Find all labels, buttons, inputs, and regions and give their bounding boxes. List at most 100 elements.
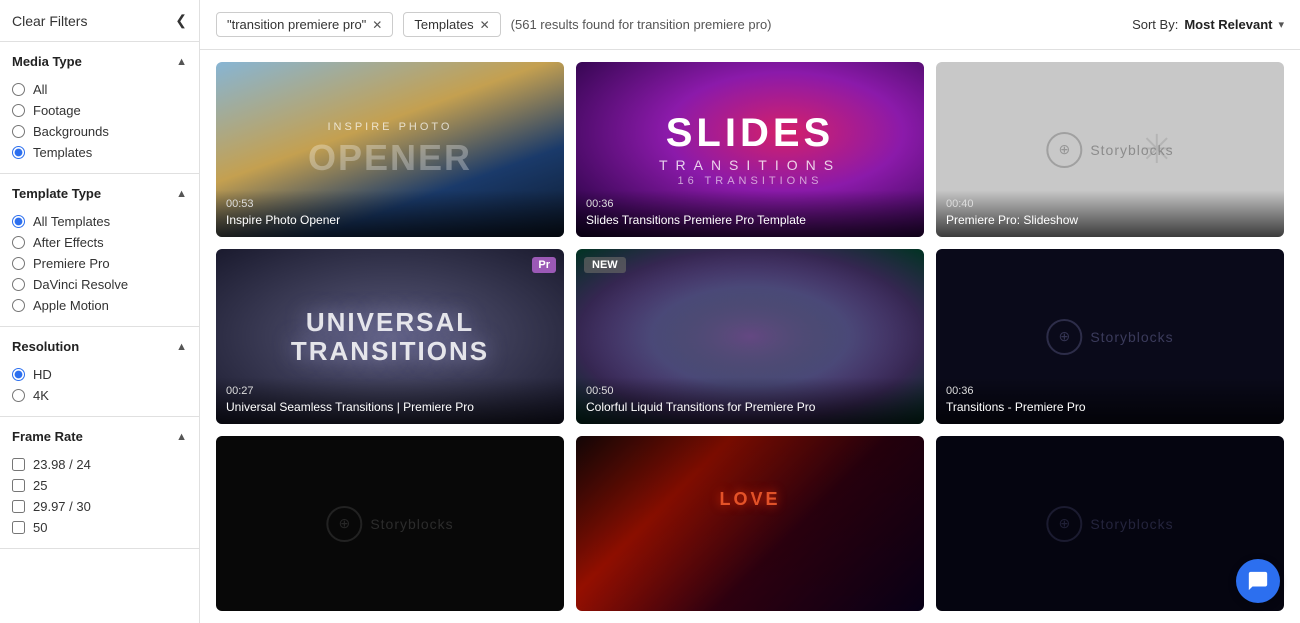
results-count: (561 results found for transition premie… — [511, 17, 1122, 32]
template-pp-radio[interactable] — [12, 257, 25, 270]
sort-value[interactable]: Most Relevant — [1184, 17, 1272, 32]
card-6-duration: 00:36 — [946, 385, 1274, 397]
card-universal-transitions[interactable]: Pr UNIVERSALTRANSITIONS 00:27 Universal … — [216, 249, 564, 424]
card-2-title: Slides Transitions Premiere Pro Template — [586, 213, 914, 229]
media-type-templates-radio[interactable] — [12, 146, 25, 159]
card-7-logo: ⊕ Storyblocks — [326, 506, 453, 542]
clear-filters-label: Clear Filters — [12, 13, 87, 29]
media-type-label: Media Type — [12, 54, 82, 69]
card-6-logo-text: Storyblocks — [1090, 329, 1173, 345]
frame-rate-chevron: ▲ — [176, 431, 187, 443]
card-5-title: Colorful Liquid Transitions for Premiere… — [586, 400, 914, 416]
card-premiere-slideshow[interactable]: ⊕ Storyblocks ✳ 00:40 Premiere Pro: Slid… — [936, 62, 1284, 237]
card-4-universal-text: UNIVERSALTRANSITIONS — [291, 308, 489, 365]
media-type-section: Media Type ▲ All Footage Backgrounds Tem… — [0, 42, 199, 174]
media-type-all-radio[interactable] — [12, 83, 25, 96]
chat-bubble[interactable] — [1236, 559, 1280, 603]
card-city[interactable]: LOVE — [576, 436, 924, 611]
template-all-radio[interactable] — [12, 215, 25, 228]
card-slides-transitions[interactable]: SLIDES TRANSITIONS 16 TRANSITIONS 00:36 … — [576, 62, 924, 237]
chat-icon — [1247, 570, 1269, 592]
resolution-label: Resolution — [12, 339, 79, 354]
media-type-header[interactable]: Media Type ▲ — [0, 42, 199, 77]
card-8-overlay-bg — [576, 436, 924, 611]
media-type-footage-radio[interactable] — [12, 104, 25, 117]
frame-rate-23-checkbox[interactable] — [12, 458, 25, 471]
template-ae-radio[interactable] — [12, 236, 25, 249]
resolution-hd[interactable]: HD — [12, 364, 187, 385]
media-type-footage-label: Footage — [33, 103, 81, 118]
main-content: "transition premiere pro" ✕ Templates ✕ … — [200, 0, 1300, 623]
card-2-slides-text: SLIDES TRANSITIONS 16 TRANSITIONS — [659, 113, 841, 187]
sort-chevron[interactable]: ▾ — [1278, 18, 1284, 31]
card-9-logo: ⊕ Storyblocks — [1046, 506, 1173, 542]
resolution-header[interactable]: Resolution ▲ — [0, 327, 199, 362]
frame-rate-23[interactable]: 23.98 / 24 — [12, 454, 187, 475]
template-ae-label: After Effects — [33, 235, 104, 250]
filter-tag-query-remove[interactable]: ✕ — [372, 18, 382, 32]
resolution-4k[interactable]: 4K — [12, 385, 187, 406]
frame-rate-options: 23.98 / 24 25 29.97 / 30 50 — [0, 452, 199, 548]
card-3-duration: 00:40 — [946, 198, 1274, 210]
template-after-effects[interactable]: After Effects — [12, 232, 187, 253]
card-1-title: Inspire Photo Opener — [226, 213, 554, 229]
template-dr-radio[interactable] — [12, 278, 25, 291]
card-3-star: ✳ — [1140, 127, 1174, 173]
card-dark-1[interactable]: ⊕ Storyblocks — [216, 436, 564, 611]
card-9-logo-text: Storyblocks — [1090, 516, 1173, 532]
frame-rate-50[interactable]: 50 — [12, 517, 187, 538]
media-type-backgrounds-radio[interactable] — [12, 125, 25, 138]
frame-rate-header[interactable]: Frame Rate ▲ — [0, 417, 199, 452]
media-type-templates-label: Templates — [33, 145, 92, 160]
clear-filters-button[interactable]: Clear Filters ❮ — [0, 0, 199, 42]
frame-rate-50-label: 50 — [33, 520, 47, 535]
frame-rate-section: Frame Rate ▲ 23.98 / 24 25 29.97 / 30 50 — [0, 417, 199, 549]
card-5-new-badge: NEW — [584, 257, 626, 273]
media-type-all[interactable]: All — [12, 79, 187, 100]
card-inspire-photo-opener[interactable]: INSPIRE PHOTO OPENER 00:53 Inspire Photo… — [216, 62, 564, 237]
frame-rate-29-checkbox[interactable] — [12, 500, 25, 513]
media-type-templates[interactable]: Templates — [12, 142, 187, 163]
card-6-logo: ⊕ Storyblocks — [1046, 319, 1173, 355]
sort-by: Sort By: Most Relevant ▾ — [1132, 17, 1284, 32]
template-pp-label: Premiere Pro — [33, 256, 110, 271]
resolution-hd-radio[interactable] — [12, 368, 25, 381]
search-header: "transition premiere pro" ✕ Templates ✕ … — [200, 0, 1300, 50]
resolution-hd-label: HD — [33, 367, 52, 382]
card-3-logo-icon: ⊕ — [1046, 132, 1082, 168]
template-all-templates[interactable]: All Templates — [12, 211, 187, 232]
template-am-radio[interactable] — [12, 299, 25, 312]
frame-rate-25-checkbox[interactable] — [12, 479, 25, 492]
media-type-footage[interactable]: Footage — [12, 100, 187, 121]
template-dr-label: DaVinci Resolve — [33, 277, 128, 292]
resolution-chevron: ▲ — [176, 341, 187, 353]
template-davinci-resolve[interactable]: DaVinci Resolve — [12, 274, 187, 295]
filter-tag-query[interactable]: "transition premiere pro" ✕ — [216, 12, 393, 37]
filter-tag-type-remove[interactable]: ✕ — [480, 18, 490, 32]
sort-by-label: Sort By: — [1132, 17, 1178, 32]
frame-rate-29-label: 29.97 / 30 — [33, 499, 91, 514]
media-type-chevron: ▲ — [176, 56, 187, 68]
template-apple-motion[interactable]: Apple Motion — [12, 295, 187, 316]
card-colorful-liquid[interactable]: NEW 00:50 Colorful Liquid Transitions fo… — [576, 249, 924, 424]
filter-tag-type-label: Templates — [414, 17, 473, 32]
frame-rate-50-checkbox[interactable] — [12, 521, 25, 534]
frame-rate-29[interactable]: 29.97 / 30 — [12, 496, 187, 517]
template-type-header[interactable]: Template Type ▲ — [0, 174, 199, 209]
card-4-duration: 00:27 — [226, 385, 554, 397]
card-2-overlay: 00:36 Slides Transitions Premiere Pro Te… — [576, 190, 924, 237]
card-1-sub: INSPIRE PHOTO — [308, 121, 472, 133]
media-type-backgrounds[interactable]: Backgrounds — [12, 121, 187, 142]
resolution-4k-radio[interactable] — [12, 389, 25, 402]
card-3-title: Premiere Pro: Slideshow — [946, 213, 1274, 229]
media-type-backgrounds-label: Backgrounds — [33, 124, 109, 139]
filter-tag-type[interactable]: Templates ✕ — [403, 12, 500, 37]
card-7-logo-icon: ⊕ — [326, 506, 362, 542]
template-type-options: All Templates After Effects Premiere Pro… — [0, 209, 199, 326]
card-4-pr-badge: Pr — [532, 257, 556, 273]
sidebar: Clear Filters ❮ Media Type ▲ All Footage… — [0, 0, 200, 623]
card-transitions-pp[interactable]: ⊕ Storyblocks 00:36 Transitions - Premie… — [936, 249, 1284, 424]
frame-rate-25[interactable]: 25 — [12, 475, 187, 496]
template-premiere-pro[interactable]: Premiere Pro — [12, 253, 187, 274]
card-dark-2[interactable]: ⊕ Storyblocks — [936, 436, 1284, 611]
